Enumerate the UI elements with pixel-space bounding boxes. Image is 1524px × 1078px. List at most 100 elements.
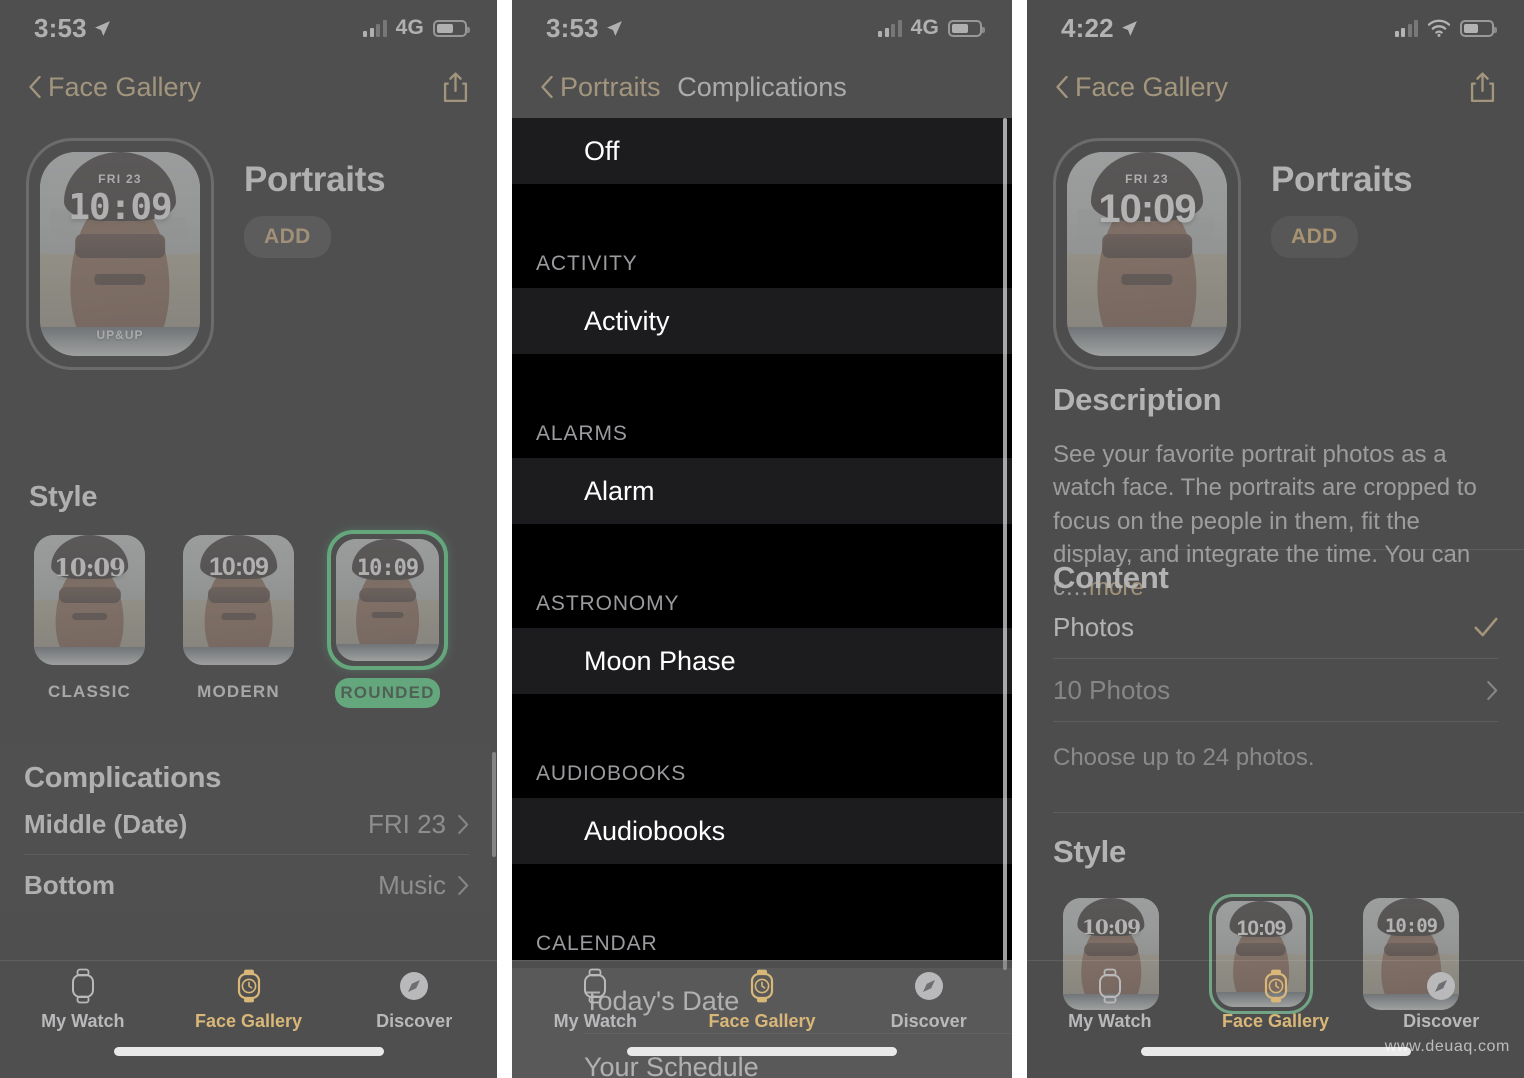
preview-date: FRI 23 <box>98 172 142 187</box>
chevron-right-icon <box>1487 680 1498 700</box>
content-note: Choose up to 24 photos. <box>1053 744 1315 771</box>
chevron-right-icon <box>458 815 469 834</box>
preview-time: 10:09 <box>1098 186 1196 231</box>
location-arrow-icon <box>1121 20 1137 36</box>
complication-row-middle[interactable]: Middle (Date) FRI 23 <box>24 795 469 855</box>
style-options: 10:09 CLASSIC 10:09 MODERN 10:09 ROUNDED <box>7 514 490 708</box>
checkmark-icon <box>1474 617 1498 637</box>
compass-icon <box>397 968 431 1004</box>
back-button[interactable]: Face Gallery <box>1055 72 1228 103</box>
tab-list: My Watch Face Gallery Discover <box>1027 961 1524 1039</box>
share-icon <box>1470 71 1495 102</box>
home-indicator <box>627 1047 897 1056</box>
back-button-label: Face Gallery <box>1075 71 1229 102</box>
list-item-audiobooks[interactable]: Audiobooks <box>512 798 1012 864</box>
list-item-activity[interactable]: Activity <box>512 288 1012 354</box>
tab-my-watch[interactable]: My Watch <box>512 961 679 1039</box>
content-row-accessory <box>1487 680 1498 700</box>
complications-card: Complications Middle (Date) FRI 23 Botto… <box>0 745 493 912</box>
tab-label: Discover <box>1403 1011 1480 1031</box>
complications-list: Off ACTIVITY Activity ALARMS Alarm ASTRO… <box>512 118 1012 1078</box>
watch-icon <box>68 968 98 1004</box>
share-icon <box>443 71 468 102</box>
face-meta: Portraits ADD <box>214 138 386 258</box>
tab-my-watch[interactable]: My Watch <box>1027 961 1193 1039</box>
share-button[interactable] <box>442 71 469 103</box>
list-item-moon-phase[interactable]: Moon Phase <box>512 628 1012 694</box>
complication-value: Music <box>378 869 446 900</box>
section-header-calendar: CALENDAR <box>512 892 1012 968</box>
style-option-label-selected: ROUNDED <box>335 678 440 708</box>
style-option-classic[interactable]: 10:09 CLASSIC <box>29 530 150 708</box>
list-item-label: Alarm <box>584 475 655 506</box>
content-row-label: Photos <box>1053 611 1134 642</box>
list-item-label: Moon Phase <box>584 645 736 676</box>
tab-face-gallery[interactable]: Face Gallery <box>1193 961 1359 1039</box>
preview-time: 10:09 <box>68 186 172 228</box>
content-section: Content Photos 10 Photos Choose up to 24… <box>1053 560 1498 772</box>
watch-preview-screen: FRI 23 10:09 <box>1067 152 1227 356</box>
section-header-alarms: ALARMS <box>512 382 1012 458</box>
tab-discover[interactable]: Discover <box>845 961 1012 1039</box>
style-option-modern[interactable]: 10:09 MODERN <box>178 530 299 708</box>
complications-scrollbar[interactable] <box>492 752 496 857</box>
content-row-accessory <box>1474 616 1498 638</box>
watch-icon <box>580 968 610 1004</box>
tab-face-gallery[interactable]: Face Gallery <box>166 961 332 1039</box>
list-item-label: Off <box>584 135 620 166</box>
style-option-rounded[interactable]: 10:09 ROUNDED <box>327 530 448 708</box>
divider <box>1053 812 1524 813</box>
style-thumb-time: 10:09 <box>1236 916 1287 940</box>
complication-row-bottom[interactable]: Bottom Music <box>24 855 469 915</box>
list-scrollbar[interactable] <box>1003 118 1007 970</box>
location-arrow-icon <box>94 20 110 36</box>
style-heading: Style <box>1053 834 1127 869</box>
battery-icon <box>433 19 470 37</box>
watch-preview: FRI 23 10:09 <box>1053 138 1241 370</box>
screenshot-stage: 3:53 4G Face Gallery FRI 23 10:09 UP&UP … <box>0 0 1524 1078</box>
compass-icon <box>1424 968 1458 1004</box>
add-button[interactable]: ADD <box>1271 216 1358 258</box>
style-thumb: 10:09 <box>336 539 439 661</box>
section-header-activity: ACTIVITY <box>512 212 1012 288</box>
add-button[interactable]: ADD <box>244 216 331 258</box>
style-thumb-frame: 10:09 <box>29 530 150 670</box>
list-item-alarm[interactable]: Alarm <box>512 458 1012 524</box>
nav-bar: Face Gallery <box>1027 56 1524 118</box>
share-button[interactable] <box>1469 71 1496 103</box>
content-row-photo-count[interactable]: 10 Photos <box>1053 659 1498 721</box>
style-thumb-time: 10:09 <box>54 553 126 583</box>
tab-discover[interactable]: Discover <box>1358 961 1524 1039</box>
status-bar-left: 4:22 <box>1061 13 1138 44</box>
style-thumb: 10:09 <box>183 535 294 665</box>
style-thumb-time: 10:09 <box>209 553 269 582</box>
list-item-label: Activity <box>584 305 670 336</box>
content-row-photos[interactable]: Photos <box>1053 596 1498 658</box>
panel-divider <box>497 0 512 1078</box>
style-option-label: MODERN <box>197 682 280 701</box>
nav-dim-overlay <box>512 0 1012 118</box>
watermark: www.deuaq.com <box>1384 1038 1510 1055</box>
tab-my-watch[interactable]: My Watch <box>0 961 166 1039</box>
complication-value: FRI 23 <box>367 809 446 839</box>
complication-value-wrap: FRI 23 <box>368 809 469 840</box>
watch-preview-screen: FRI 23 10:09 UP&UP <box>40 152 200 356</box>
tab-face-gallery[interactable]: Face Gallery <box>679 961 846 1039</box>
panel-complications-picker: 3:53 4G Portraits Complications Off <box>512 0 1012 1078</box>
preview-date: FRI 23 <box>1125 172 1169 187</box>
watch-face-icon <box>1261 968 1291 1004</box>
style-thumb-time: 10:09 <box>1384 914 1438 937</box>
back-button-label: Face Gallery <box>48 71 202 102</box>
style-card: Style 10:09 CLASSIC 10:09 MODERN 10:09 R… <box>7 463 490 720</box>
watch-face-icon <box>234 968 264 1004</box>
tab-discover[interactable]: Discover <box>331 961 497 1039</box>
complication-value-wrap: Music <box>378 870 469 901</box>
tab-bar: My Watch Face Gallery Discover <box>0 960 497 1078</box>
back-button[interactable]: Face Gallery <box>28 72 201 103</box>
chevron-left-icon <box>29 76 41 98</box>
nav-bar: Face Gallery <box>0 56 497 118</box>
style-thumb: 10:09 <box>34 535 145 665</box>
status-time: 4:22 <box>1061 12 1114 43</box>
tab-list: My Watch Face Gallery Discover <box>0 961 497 1039</box>
list-item-off[interactable]: Off <box>512 118 1012 184</box>
